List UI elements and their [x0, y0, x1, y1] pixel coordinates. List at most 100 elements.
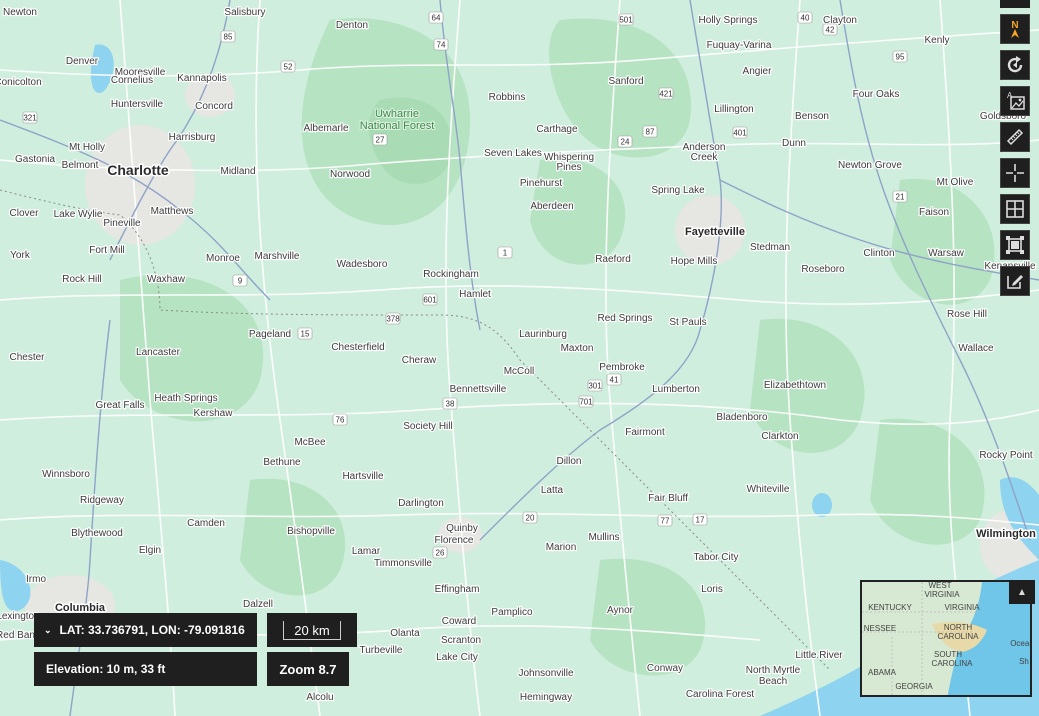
town-label: Newton Grove	[838, 160, 902, 171]
town-label: Olanta	[390, 628, 420, 639]
coordinates-panel[interactable]: ⌄ LAT: 33.736791, LON: -79.091816	[34, 613, 257, 647]
town-label: Bishopville	[287, 526, 335, 537]
town-label: Ridgeway	[80, 495, 124, 506]
town-label: Scranton	[441, 635, 481, 646]
town-label: Quinby	[446, 523, 478, 534]
coordinates-readout: LAT: 33.736791, LON: -79.091816	[59, 623, 245, 637]
town-label: Newton	[3, 7, 37, 18]
town-label: Fort Mill	[89, 245, 125, 256]
town-label: Hemingway	[520, 692, 572, 703]
route-shield-number: 52	[284, 63, 293, 72]
route-shield-number: 701	[579, 398, 593, 407]
town-label: Clinton	[863, 248, 894, 259]
town-label: Hope Mills	[671, 256, 718, 267]
map-layer-button[interactable]: A	[1000, 86, 1030, 116]
town-label: Matthews	[151, 206, 194, 217]
route-shield-number: 1	[503, 249, 508, 258]
route-shield-number: 27	[376, 136, 385, 145]
minimap-label: CAROLINA	[932, 659, 974, 668]
city-label: Charlotte	[107, 162, 169, 178]
town-label: Elgin	[139, 545, 161, 556]
town-label: Pamplico	[491, 607, 533, 618]
town-label: Dalzell	[243, 599, 273, 610]
route-shield-number: 64	[432, 14, 441, 23]
edit-button[interactable]	[1000, 266, 1030, 296]
route-shield-number: 421	[659, 90, 673, 99]
minimap-label: NESSEE	[864, 624, 896, 633]
ruler-icon	[1006, 128, 1024, 146]
fit-bounds-button[interactable]	[1000, 230, 1030, 260]
town-label: Warsaw	[928, 248, 965, 259]
route-shield-number: 20	[526, 514, 535, 523]
town-label: Pageland	[249, 329, 291, 340]
town-label: Mt Olive	[937, 177, 974, 188]
town-label: Creek	[691, 152, 719, 163]
north-arrow-button[interactable]: N	[1000, 14, 1030, 44]
town-label: Loris	[701, 584, 723, 595]
town-label: Wadesboro	[337, 259, 388, 270]
town-label: Effingham	[435, 584, 480, 595]
route-shield-number: 15	[301, 330, 310, 339]
town-label: Norwood	[330, 169, 370, 180]
town-label: Pines	[556, 162, 581, 173]
town-label: Lake City	[436, 652, 478, 663]
town-label: Cornelius	[111, 75, 153, 86]
town-label: Mullins	[588, 532, 619, 543]
town-label: Pineville	[103, 218, 141, 229]
route-shield-number: 42	[826, 26, 835, 35]
town-label: Four Oaks	[853, 89, 900, 100]
town-label: Aynor	[607, 605, 634, 616]
minimap-toggle-button[interactable]: ▲	[1009, 580, 1035, 604]
town-label: Benson	[795, 111, 829, 122]
park-label-line: National Forest	[360, 120, 435, 132]
town-label: Turbeville	[360, 645, 403, 656]
town-label: Carolina Forest	[686, 689, 755, 700]
overview-minimap[interactable]: WEST VIRGINIA KENTUCKY VIRGINIA NESSEE NORTH C…	[860, 580, 1032, 697]
route-shield-number: 40	[801, 14, 810, 23]
route-shield-number: 401	[733, 129, 747, 138]
town-label: Timmonsville	[374, 558, 432, 569]
measure-button[interactable]	[1000, 122, 1030, 152]
zoom-panel: Zoom 8.7	[267, 652, 349, 686]
town-label: Concord	[195, 101, 233, 112]
town-label: Pinehurst	[520, 178, 562, 189]
town-label: Society Hill	[403, 421, 452, 432]
town-label: Roseboro	[801, 264, 845, 275]
route-shield-number: 76	[336, 416, 345, 425]
town-label: Carthage	[536, 124, 578, 135]
route-shield-number: 601	[423, 296, 437, 305]
town-label: Monroe	[206, 253, 240, 264]
minimap-label: NORTH	[944, 623, 973, 632]
reset-rotation-button[interactable]	[1000, 50, 1030, 80]
town-label: Hamlet	[459, 289, 491, 300]
town-label: Beach	[759, 676, 787, 687]
town-label: Spring Lake	[651, 185, 705, 196]
town-label: Marion	[546, 542, 577, 553]
town-label: Whiteville	[747, 484, 790, 495]
crosshair-button[interactable]	[1000, 158, 1030, 188]
town-label: Marshville	[254, 251, 299, 262]
minimap-label: WEST	[928, 582, 951, 590]
town-label: Conicolton	[0, 77, 42, 88]
town-label: Johnsonville	[518, 668, 573, 679]
route-shield-number: 301	[588, 382, 602, 391]
town-label: Great Falls	[96, 400, 145, 411]
chevron-down-icon[interactable]: ⌄	[44, 625, 52, 636]
town-label: Fairmont	[625, 427, 665, 438]
route-shield-number: 378	[386, 315, 400, 324]
route-shield-number: 41	[610, 376, 619, 385]
town-label: McBee	[294, 437, 326, 448]
route-shield-number: 321	[23, 114, 37, 123]
town-label: Gastonia	[15, 154, 55, 165]
town-label: Fuquay-Varina	[707, 40, 772, 51]
town-label: Winnsboro	[42, 469, 90, 480]
minimap-label: VIRGINIA	[924, 590, 960, 599]
town-label: Rocky Point	[979, 450, 1033, 461]
route-shield-number: 77	[661, 517, 670, 526]
town-label: Faison	[919, 207, 949, 218]
grid-button[interactable]	[1000, 194, 1030, 224]
town-label: Elizabethtown	[764, 380, 826, 391]
city-label: Fayetteville	[685, 226, 745, 238]
town-label: Blythewood	[71, 528, 123, 539]
town-label: Huntersville	[111, 99, 164, 110]
